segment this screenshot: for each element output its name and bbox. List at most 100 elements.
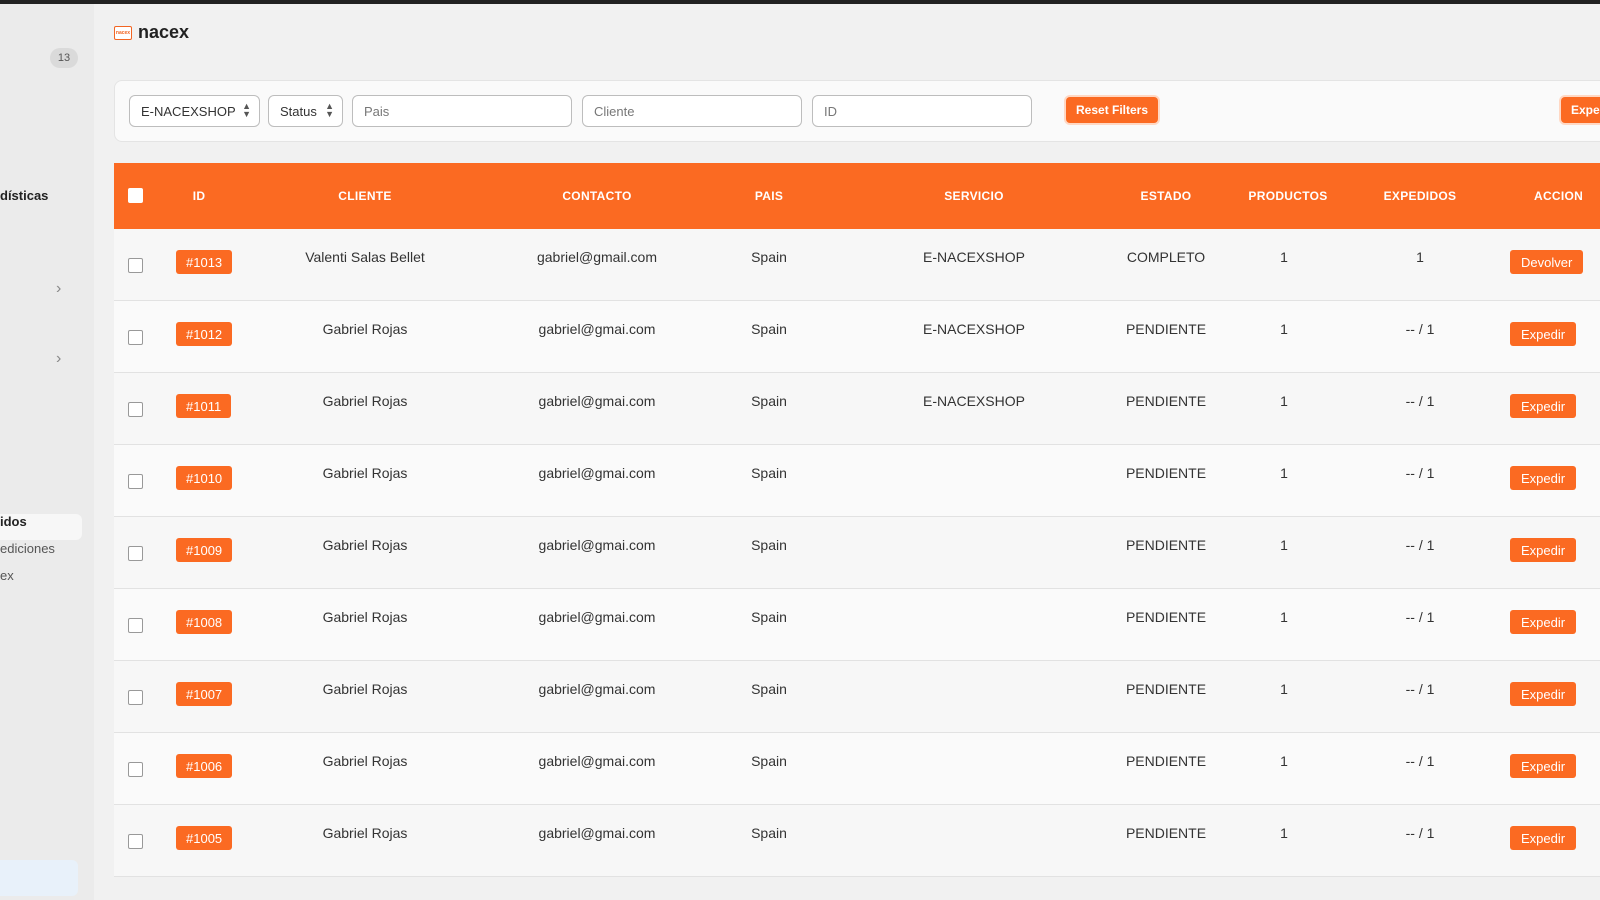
sidebar-item-nacex[interactable]: ex [0,568,14,583]
table-row[interactable]: #1006 Gabriel Rojas gabriel@gmai.com Spa… [114,733,1600,805]
order-id-tag[interactable]: #1012 [176,322,233,346]
select-all-checkbox[interactable] [128,188,143,203]
devolver-button[interactable]: Devolver [1510,250,1584,274]
table-header: ID CLIENTE CONTACTO PAIS SERVICIO ESTADO… [114,163,1600,229]
table-row[interactable]: #1010 Gabriel Rojas gabriel@gmai.com Spa… [114,445,1600,517]
cell-productos: 1 [1280,321,1288,337]
cell-productos: 1 [1280,465,1288,481]
cell-cliente: Gabriel Rojas [322,465,408,481]
row-checkbox[interactable] [128,762,143,777]
cell-estado: PENDIENTE [1125,321,1207,337]
row-checkbox[interactable] [128,546,143,561]
header-productos[interactable]: PRODUCTOS [1228,163,1348,229]
cell-estado: COMPLETO [1126,249,1206,265]
row-checkbox[interactable] [128,618,143,633]
sidebar-item-pedidos[interactable]: idos [0,514,27,529]
table-row[interactable]: #1011 Gabriel Rojas gabriel@gmai.com Spa… [114,373,1600,445]
sidebar-bottom-panel[interactable] [0,860,78,896]
header-expedidos[interactable]: EXPEDIDOS [1360,163,1480,229]
cell-contacto: gabriel@gmai.com [538,393,656,409]
table-row[interactable]: #1013 Valenti Salas Bellet gabriel@gmail… [114,229,1600,301]
pais-input[interactable] [352,95,572,127]
cell-pais: Spain [751,249,787,265]
header-contacto[interactable]: CONTACTO [512,163,682,229]
order-id-tag[interactable]: #1011 [176,394,232,418]
order-id-tag[interactable]: #1013 [176,250,233,274]
expedir-button[interactable]: Expedir [1510,322,1577,346]
nacex-logo: nacex [114,25,132,40]
cell-servicio: E-NACEXSHOP [923,249,1025,265]
table-row[interactable]: #1009 Gabriel Rojas gabriel@gmai.com Spa… [114,517,1600,589]
order-id-tag[interactable]: #1007 [176,682,233,706]
cell-pais: Spain [751,465,787,481]
row-checkbox[interactable] [128,258,143,273]
row-checkbox[interactable] [128,402,143,417]
cell-expedidos: -- / 1 [1405,537,1435,553]
order-id-tag[interactable]: #1005 [176,826,233,850]
header-id[interactable]: ID [174,163,224,229]
header-acciones: ACCION [1534,189,1584,203]
order-id-tag[interactable]: #1009 [176,538,233,562]
chevron-right-icon[interactable]: › [56,351,68,367]
cliente-input[interactable] [582,95,802,127]
order-id-tag[interactable]: #1008 [176,610,233,634]
cell-contacto: gabriel@gmai.com [538,321,656,337]
expedir-button[interactable]: Expedir [1510,538,1577,562]
cell-servicio: E-NACEXSHOP [923,393,1025,409]
table-row[interactable]: #1008 Gabriel Rojas gabriel@gmai.com Spa… [114,589,1600,661]
cell-contacto: gabriel@gmai.com [538,825,656,841]
cell-productos: 1 [1280,609,1288,625]
cell-pais: Spain [751,321,787,337]
cell-productos: 1 [1280,825,1288,841]
status-select[interactable]: Status ▲ ▼ [268,95,343,127]
sidebar-item-expediciones[interactable]: ediciones [0,541,55,556]
cell-cliente: Gabriel Rojas [322,393,408,409]
top-border [0,0,1600,4]
cell-servicio [904,733,1044,789]
table-row[interactable]: #1012 Gabriel Rojas gabriel@gmai.com Spa… [114,301,1600,373]
expedir-button[interactable]: Expedir [1510,682,1577,706]
service-select[interactable]: E-NACEXSHOP ▲ ▼ [129,95,260,127]
header-pais[interactable]: PAIS [724,163,814,229]
sidebar-item-estadisticas[interactable]: dísticas [0,188,48,203]
expedir-button[interactable]: Expedir [1510,394,1577,418]
row-checkbox[interactable] [128,330,143,345]
cell-expedidos: -- / 1 [1405,825,1435,841]
notification-badge: 13 [50,48,78,68]
header-estado[interactable]: ESTADO [1096,163,1236,229]
service-select-value: E-NACEXSHOP [141,103,236,119]
reset-filters-button[interactable]: Reset Filters [1066,97,1159,123]
order-id-tag[interactable]: #1006 [176,754,233,778]
table-row[interactable]: #1007 Gabriel Rojas gabriel@gmai.com Spa… [114,661,1600,733]
cell-servicio: E-NACEXSHOP [923,321,1025,337]
order-id-tag[interactable]: #1010 [176,466,233,490]
expedir-selected-button[interactable]: Expe [1561,97,1600,123]
id-input[interactable] [812,95,1032,127]
expedir-button[interactable]: Expedir [1510,754,1577,778]
cell-servicio [904,517,1044,573]
header-cliente[interactable]: CLIENTE [285,163,445,229]
expedir-button[interactable]: Expedir [1510,610,1577,634]
expedir-button[interactable]: Expedir [1510,466,1577,490]
cell-servicio [904,661,1044,717]
cell-servicio [904,445,1044,501]
cell-cliente: Valenti Salas Bellet [305,249,425,265]
cell-cliente: Gabriel Rojas [322,321,408,337]
chevron-right-icon[interactable]: › [56,281,68,297]
row-checkbox[interactable] [128,474,143,489]
table-row[interactable]: #1005 Gabriel Rojas gabriel@gmai.com Spa… [114,805,1600,877]
cell-estado: PENDIENTE [1125,393,1207,409]
cell-cliente: Gabriel Rojas [322,537,408,553]
cell-estado: PENDIENTE [1125,537,1207,553]
expedir-button[interactable]: Expedir [1510,826,1577,850]
cell-pais: Spain [751,681,787,697]
cell-pais: Spain [751,393,787,409]
cell-estado: PENDIENTE [1125,609,1207,625]
row-checkbox[interactable] [128,690,143,705]
cell-pais: Spain [751,609,787,625]
filters-bar: E-NACEXSHOP ▲▼ Status ▲▼ Reset Filters E… [114,80,1600,142]
cell-estado: PENDIENTE [1125,681,1207,697]
header-servicio[interactable]: SERVICIO [904,163,1044,229]
row-checkbox[interactable] [128,834,143,849]
cell-cliente: Gabriel Rojas [322,681,408,697]
